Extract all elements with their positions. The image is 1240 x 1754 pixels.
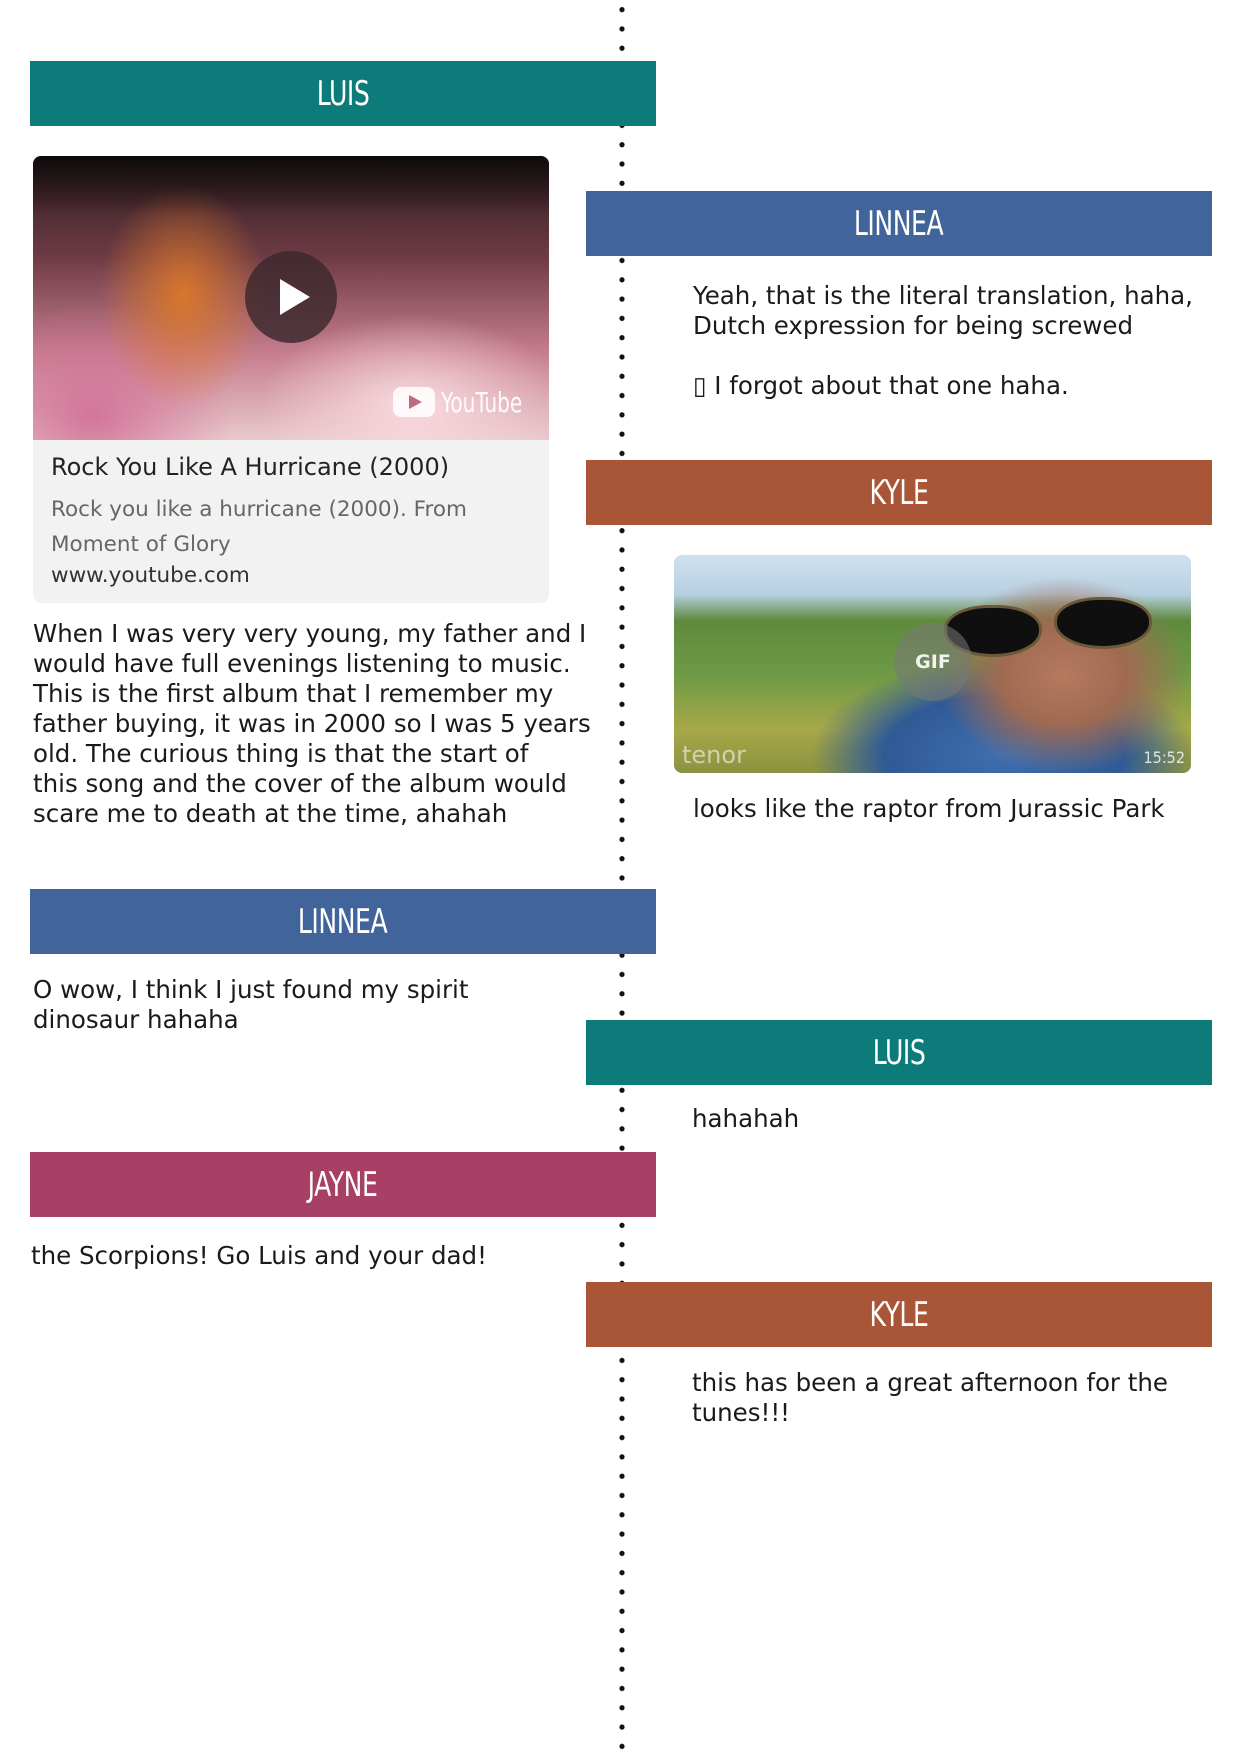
embed-title[interactable]: Rock You Like A Hurricane (2000) [51,453,449,481]
author-name: KYLE [869,472,929,513]
author-name: LUIS [316,73,370,114]
author-name: LINNEA [854,203,944,244]
youtube-play-icon [393,387,435,417]
author-band-kyle: KYLE [586,460,1212,525]
gif-embed[interactable]: GIF tenor 15:52 [674,555,1191,773]
author-name: KYLE [869,1294,929,1335]
timeline-divider [619,0,625,1754]
author-band-linnea: LINNEA [586,191,1212,256]
youtube-embed-card[interactable]: YouTube Rock You Like A Hurricane (2000)… [33,156,549,603]
embed-description: Rock you like a hurricane (2000). From M… [51,497,467,557]
author-band-luis: LUIS [586,1020,1212,1085]
tenor-watermark: tenor [682,741,746,769]
youtube-logo: YouTube [393,384,543,420]
author-band-kyle: KYLE [586,1282,1212,1347]
message-text: When I was very very young, my father an… [33,619,591,828]
gif-badge[interactable]: GIF [894,623,972,701]
message-text: O wow, I think I just found my spirit di… [33,975,469,1034]
message-text: this has been a great afternoon for the … [692,1368,1169,1427]
play-icon[interactable] [245,251,337,343]
author-name: JAYNE [308,1164,378,1205]
message-text: hahahah [692,1104,800,1133]
embed-url[interactable]: www.youtube.com [51,563,250,588]
author-band-jayne: JAYNE [30,1152,656,1217]
sunglasses-graphic [944,595,1154,657]
author-name: LUIS [872,1032,926,1073]
author-band-luis: LUIS [30,61,656,126]
message-text: ▯ I forgot about that one haha. [693,371,1069,400]
message-text: looks like the raptor from Jurassic Park [693,794,1165,823]
message-text: Yeah, that is the literal translation, h… [693,281,1193,340]
video-thumbnail[interactable]: YouTube [33,156,549,440]
message-text: the Scorpions! Go Luis and your dad! [31,1241,487,1270]
author-name: LINNEA [298,901,388,942]
author-band-linnea: LINNEA [30,889,656,954]
gif-duration: 15:52 [1143,748,1185,767]
